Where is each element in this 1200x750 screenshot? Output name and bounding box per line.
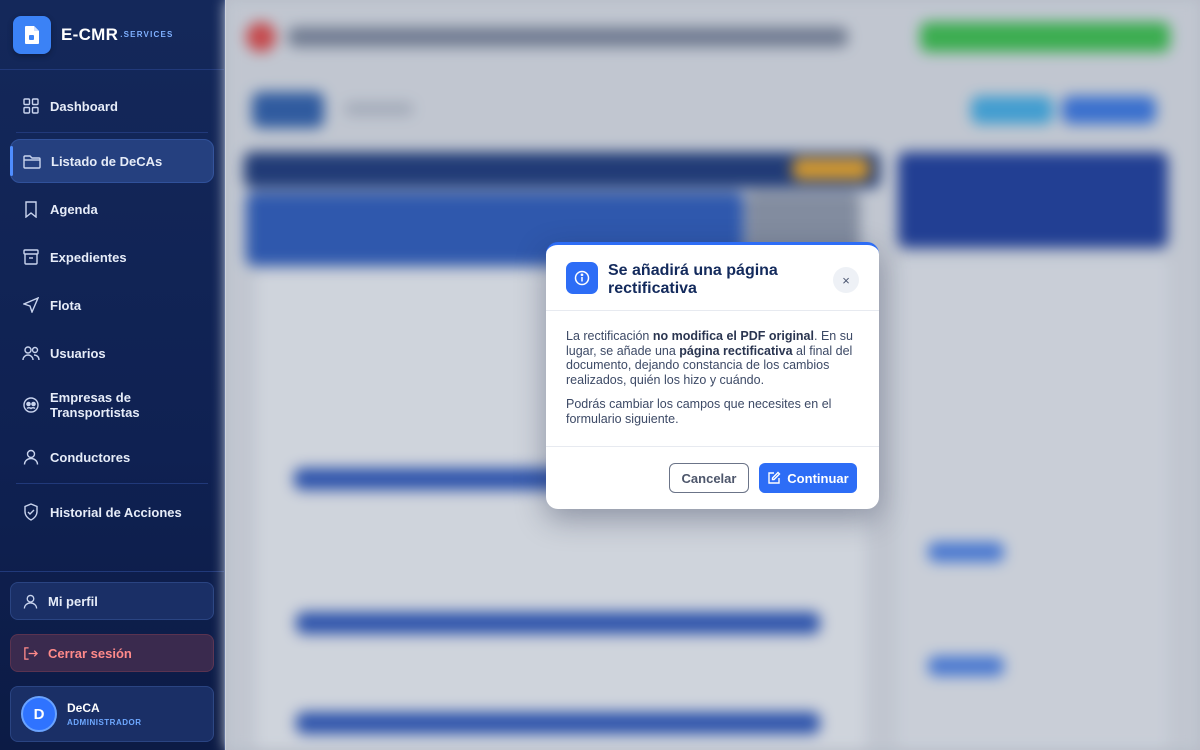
brand-name: E-CMR bbox=[61, 24, 119, 44]
sidebar-item-label: Flota bbox=[50, 297, 82, 313]
rectification-modal: Se añadirá una página rectificativa × La… bbox=[546, 242, 879, 509]
text-segment: La rectificación bbox=[566, 329, 653, 343]
brand-header: E-CMR .SERVICES bbox=[0, 0, 224, 70]
logout-icon bbox=[21, 644, 39, 662]
modal-header: Se añadirá una página rectificativa × bbox=[546, 245, 879, 311]
companies-icon bbox=[22, 396, 40, 414]
divider bbox=[16, 483, 208, 484]
modal-footer: Cancelar Continuar bbox=[546, 447, 879, 493]
sidebar-item-label: Expedientes bbox=[50, 249, 127, 265]
cancel-button[interactable]: Cancelar bbox=[669, 463, 749, 493]
modal-body: La rectificación no modifica el PDF orig… bbox=[546, 311, 879, 447]
sidebar-item-usuarios[interactable]: Usuarios bbox=[10, 331, 214, 375]
folder-icon bbox=[23, 152, 41, 170]
users-icon bbox=[22, 344, 40, 362]
sidebar-item-label: Listado de DeCAs bbox=[51, 153, 163, 169]
modal-paragraph: Podrás cambiar los campos que necesites … bbox=[566, 397, 832, 426]
bookmark-icon bbox=[22, 200, 40, 218]
profile-label: Mi perfil bbox=[48, 593, 98, 609]
sidebar-item-listado-decas[interactable]: Listado de DeCAs bbox=[10, 139, 214, 183]
profile-button[interactable]: Mi perfil bbox=[10, 582, 214, 620]
user-info: DeCA ADMINISTRADOR bbox=[67, 701, 142, 727]
sidebar-item-label: Usuarios bbox=[50, 345, 106, 361]
sidebar-item-flota[interactable]: Flota bbox=[10, 283, 214, 327]
user-role: ADMINISTRADOR bbox=[67, 718, 142, 727]
shield-icon bbox=[22, 503, 40, 521]
navigation-icon bbox=[22, 296, 40, 314]
edit-icon bbox=[768, 471, 781, 484]
close-button[interactable]: × bbox=[833, 267, 859, 293]
text-emphasis: página rectificativa bbox=[679, 343, 793, 358]
logout-button[interactable]: Cerrar sesión bbox=[10, 634, 214, 672]
info-icon bbox=[566, 262, 598, 294]
sidebar-item-label: Conductores bbox=[50, 449, 131, 465]
sidebar-item-empresas-transportistas[interactable]: Empresas de Transportistas bbox=[10, 379, 214, 431]
modal-title: Se añadirá una página rectificativa bbox=[608, 262, 778, 297]
document-logo-icon[interactable] bbox=[13, 15, 51, 54]
sidebar-item-expedientes[interactable]: Expedientes bbox=[10, 235, 214, 279]
sidebar-item-agenda[interactable]: Agenda bbox=[10, 187, 214, 231]
logout-label: Cerrar sesión bbox=[48, 645, 132, 661]
grid-icon bbox=[22, 97, 40, 115]
sidebar-item-label: Agenda bbox=[50, 201, 98, 217]
user-name: DeCA bbox=[67, 701, 100, 715]
sidebar-item-label: Empresas de Transportistas bbox=[50, 390, 140, 420]
modal-paragraph: La rectificación no modifica el PDF orig… bbox=[566, 329, 859, 387]
sidebar-item-conductores[interactable]: Conductores bbox=[10, 435, 214, 479]
divider bbox=[16, 132, 208, 133]
user-icon bbox=[22, 448, 40, 466]
brand-suffix: .SERVICES bbox=[120, 30, 174, 39]
sidebar-nav: Dashboard Listado de DeCAs Agenda Expedi… bbox=[0, 70, 224, 534]
user-icon bbox=[21, 592, 39, 610]
sidebar-item-historial-acciones[interactable]: Historial de Acciones bbox=[10, 490, 214, 534]
sidebar: E-CMR .SERVICES Dashboard Listado de DeC… bbox=[0, 0, 225, 750]
continue-label: Continuar bbox=[787, 470, 849, 486]
avatar: D bbox=[21, 696, 57, 732]
user-card[interactable]: D DeCA ADMINISTRADOR bbox=[10, 686, 214, 742]
sidebar-item-label: Dashboard bbox=[50, 98, 118, 114]
sidebar-footer: Mi perfil Cerrar sesión D DeCA ADMINISTR… bbox=[0, 571, 224, 750]
text-emphasis: no modifica el PDF original bbox=[652, 329, 814, 343]
sidebar-item-label: Historial de Acciones bbox=[50, 504, 182, 520]
close-icon: × bbox=[842, 272, 850, 288]
archive-icon bbox=[22, 248, 40, 266]
cancel-label: Cancelar bbox=[681, 470, 737, 486]
continue-button[interactable]: Continuar bbox=[759, 463, 857, 493]
sidebar-item-dashboard[interactable]: Dashboard bbox=[10, 84, 214, 128]
